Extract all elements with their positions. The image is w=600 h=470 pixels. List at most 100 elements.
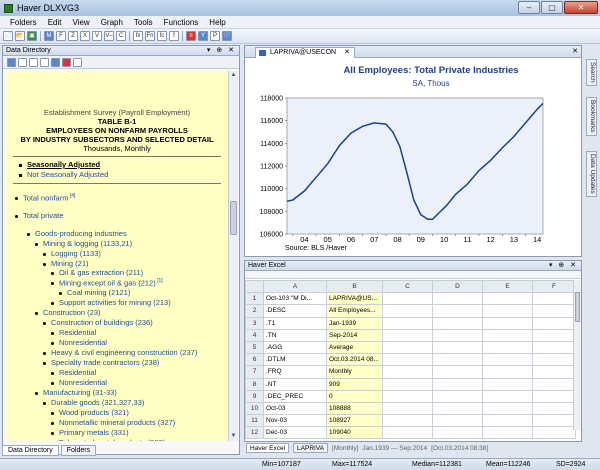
chart-tab-close-icon[interactable]: ✕	[344, 49, 350, 56]
row-number[interactable]: 11	[245, 414, 264, 428]
cell-d[interactable]	[432, 377, 483, 391]
cell-e[interactable]	[482, 340, 533, 355]
side-tab-data-updates[interactable]: Data Updates	[586, 151, 597, 197]
menu-view[interactable]: View	[72, 18, 89, 27]
seasonally-adjusted-option[interactable]: Seasonally Adjusted	[19, 160, 229, 170]
tree-item[interactable]: Manufacturing (31-33)	[35, 388, 117, 397]
cell-f[interactable]	[532, 353, 576, 367]
scroll-thumb[interactable]	[575, 292, 580, 322]
info-icon[interactable]: ⓘ	[222, 31, 232, 41]
cell-f[interactable]	[532, 292, 576, 306]
directory-scrollbar[interactable]: ▲ ▼	[228, 71, 238, 441]
tree-item[interactable]: Support activities for mining (213)	[51, 298, 171, 307]
cell-b[interactable]: Average	[326, 340, 383, 355]
cell-d[interactable]	[432, 401, 483, 416]
tree-item[interactable]: Construction (23)	[35, 308, 101, 317]
cell-e[interactable]	[482, 401, 533, 416]
cell-a[interactable]: .DESC	[263, 304, 327, 318]
f-icon[interactable]: f	[169, 31, 179, 41]
cell-e[interactable]	[482, 426, 533, 440]
tree-item[interactable]: Total nonfarm [4]	[15, 193, 75, 203]
menu-graph[interactable]: Graph	[101, 18, 123, 27]
maximize-button[interactable]: ▢	[541, 1, 563, 14]
tree-item[interactable]: Nonmetallic mineral products (327)	[51, 418, 175, 427]
spreadsheet-grid[interactable]: ABCDEF 1 Oct-103 "M Di... LAPRIVA@US... 2 .D…	[245, 279, 576, 440]
cell-c[interactable]	[382, 414, 433, 428]
tab-folders[interactable]: Folders	[60, 445, 97, 456]
cell-a[interactable]: .FRQ	[263, 365, 327, 379]
cell-f[interactable]	[532, 304, 576, 318]
new-icon[interactable]: 📄	[3, 31, 13, 41]
row-number[interactable]: 4	[245, 328, 264, 342]
cell-d[interactable]	[432, 340, 483, 355]
row-number[interactable]: 7	[245, 365, 264, 379]
cell-f[interactable]	[532, 328, 576, 342]
tree-item[interactable]: Logging (1133)	[43, 249, 101, 258]
bookmark-icon[interactable]	[62, 57, 71, 67]
cell-a[interactable]: .T1	[263, 316, 327, 330]
m-button-icon[interactable]: M	[44, 31, 54, 41]
cell-a[interactable]: Nov-03	[263, 414, 327, 428]
tree-item[interactable]: Coal mining (2121)	[59, 288, 130, 297]
tree-item[interactable]: Residential	[51, 328, 96, 337]
cell-f[interactable]	[532, 389, 576, 403]
cell-e[interactable]	[482, 353, 533, 367]
cell-a[interactable]: .DEC_PREC	[263, 389, 327, 403]
tab-data-directory[interactable]: Data Directory	[2, 445, 59, 456]
cell-f[interactable]	[532, 316, 576, 330]
cell-c[interactable]	[382, 328, 433, 342]
cell-b[interactable]: 109040	[326, 426, 383, 440]
cell-b[interactable]: 108927	[326, 414, 383, 428]
row-number[interactable]: 6	[245, 353, 264, 367]
column-header[interactable]: B	[326, 279, 383, 294]
row-number[interactable]: 1	[245, 292, 264, 306]
line-chart[interactable]: All Employees: Total Private Industries S…	[245, 58, 581, 256]
cell-e[interactable]	[482, 316, 533, 330]
row-number[interactable]: 3	[245, 316, 264, 330]
cell-e[interactable]	[482, 304, 533, 318]
cell-e[interactable]	[482, 292, 533, 306]
cell-b[interactable]: All Employees...	[326, 304, 383, 318]
tree-item[interactable]: Durable goods (321,327,33)	[43, 398, 144, 407]
menu-help[interactable]: Help	[209, 18, 225, 27]
cell-f[interactable]	[532, 414, 576, 428]
cell-a[interactable]: .DTLM	[263, 353, 327, 367]
menu-folders[interactable]: Folders	[10, 18, 37, 27]
tree-item[interactable]: Wood products (321)	[51, 408, 129, 417]
row-number[interactable]: 5	[245, 340, 264, 355]
column-header[interactable]: E	[482, 279, 533, 294]
cell-c[interactable]	[382, 426, 433, 440]
side-tab-search[interactable]: Search	[586, 59, 597, 86]
column-header[interactable]: C	[382, 279, 433, 294]
cell-c[interactable]	[382, 389, 433, 403]
find-icon[interactable]	[73, 57, 82, 67]
menu-functions[interactable]: Functions	[164, 18, 199, 27]
tree-item[interactable]: Primary metals (331)	[51, 428, 129, 437]
cell-e[interactable]	[482, 328, 533, 342]
corner-cell[interactable]	[245, 279, 264, 294]
not-seasonally-adjusted-option[interactable]: Not Seasonally Adjusted	[19, 170, 229, 180]
scroll-up-icon[interactable]: ▲	[229, 71, 238, 80]
cell-b[interactable]: Jan-1939	[326, 316, 383, 330]
cell-d[interactable]	[432, 389, 483, 403]
tab-lapriva[interactable]: LAPRIVA	[293, 443, 329, 453]
cell-b[interactable]: Oct.03.2014 08...	[326, 353, 383, 367]
tree-item[interactable]: Specialty trade contractors (238)	[43, 358, 159, 367]
z-button-icon[interactable]: Z	[68, 31, 78, 41]
tree-item[interactable]: Fabricated metal products (332)	[51, 438, 165, 441]
home-icon[interactable]	[7, 57, 16, 67]
cell-c[interactable]	[382, 304, 433, 318]
print-icon[interactable]: P	[210, 31, 220, 41]
end-icon[interactable]	[40, 57, 49, 67]
row-number[interactable]: 10	[245, 401, 264, 416]
chart-pane-close-icon[interactable]: ✕	[572, 47, 578, 55]
cell-c[interactable]	[382, 377, 433, 391]
tree-item[interactable]: Total private	[15, 211, 63, 220]
cell-b[interactable]: 108888	[326, 401, 383, 416]
cell-d[interactable]	[432, 292, 483, 306]
v-minus-button-icon[interactable]: V–	[104, 31, 114, 41]
f-button-icon[interactable]: F	[56, 31, 66, 41]
cell-a[interactable]: Dec-03	[263, 426, 327, 440]
cell-b[interactable]: Sep-2014	[326, 328, 383, 342]
cell-d[interactable]	[432, 304, 483, 318]
